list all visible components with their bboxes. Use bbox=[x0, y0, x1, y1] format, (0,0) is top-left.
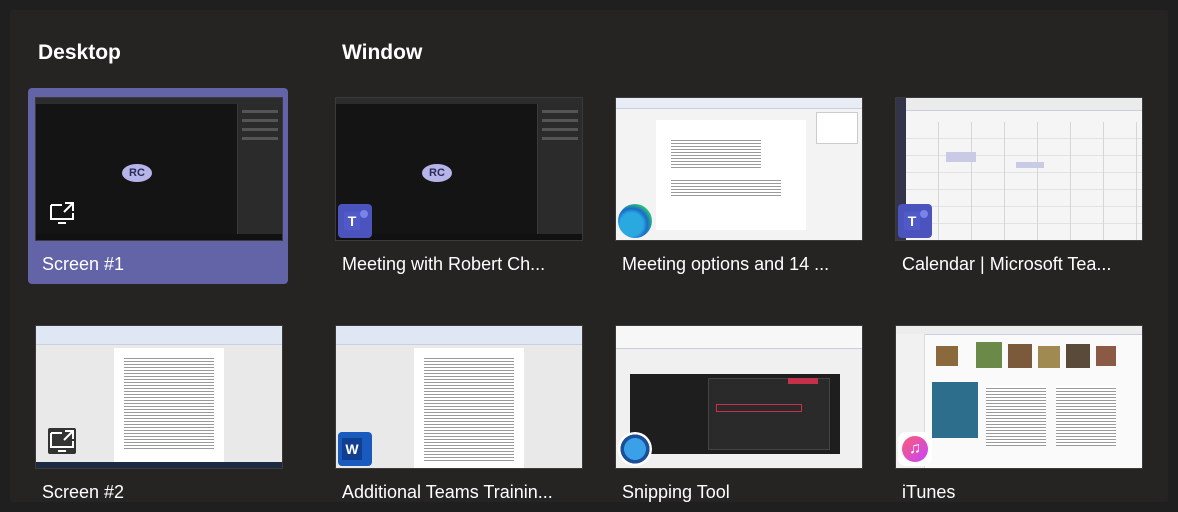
teams-icon: T bbox=[898, 204, 932, 238]
tile-snipping-tool-window[interactable]: Snipping Tool bbox=[608, 316, 868, 512]
share-screen-icon bbox=[48, 428, 76, 454]
tile-screen-2[interactable]: Screen #2 bbox=[28, 316, 288, 512]
tile-label: Snipping Tool bbox=[622, 482, 730, 502]
word-icon: W bbox=[338, 432, 372, 466]
tile-label: Screen #1 bbox=[42, 254, 125, 274]
meeting-thumbnail: RC T bbox=[335, 97, 583, 241]
teams-icon: T bbox=[338, 204, 372, 238]
screen-2-thumbnail bbox=[35, 325, 283, 469]
meeting-options-thumbnail bbox=[615, 97, 863, 241]
screen-1-thumbnail: RC bbox=[35, 97, 283, 241]
tile-calendar-window[interactable]: T Calendar | Microsoft Tea... bbox=[888, 88, 1148, 284]
tile-label: Meeting options and 14 ... bbox=[622, 254, 830, 274]
tile-meeting-options-window[interactable]: Meeting options and 14 ... bbox=[608, 88, 868, 284]
window-heading: Window bbox=[342, 41, 423, 64]
tile-additional-teams-training-window[interactable]: W Additional Teams Trainin... bbox=[328, 316, 588, 512]
tile-label: Meeting with Robert Ch... bbox=[342, 254, 546, 274]
share-screen-icon bbox=[50, 202, 74, 224]
tile-label: Calendar | Microsoft Tea... bbox=[902, 254, 1112, 274]
tile-label: iTunes bbox=[902, 482, 956, 502]
itunes-thumbnail: ♫ bbox=[895, 325, 1143, 469]
avatar: RC bbox=[422, 164, 452, 182]
snipping-tool-icon bbox=[618, 432, 652, 466]
tile-itunes-window[interactable]: ♫ iTunes bbox=[888, 316, 1148, 512]
tile-meeting-window[interactable]: RC T Meeting with Robert Ch... bbox=[328, 88, 588, 284]
desktop-heading: Desktop bbox=[38, 41, 121, 64]
itunes-icon: ♫ bbox=[898, 432, 932, 466]
tile-label: Additional Teams Trainin... bbox=[342, 482, 553, 502]
tile-label: Screen #2 bbox=[42, 482, 125, 502]
edge-icon bbox=[618, 204, 652, 238]
word-document-thumbnail: W bbox=[335, 325, 583, 469]
tile-screen-1[interactable]: RC Screen #1 bbox=[28, 88, 288, 284]
avatar: RC bbox=[122, 164, 152, 182]
share-content-panel: Desktop Window RC Screen #1 RC T Meeting… bbox=[10, 10, 1168, 502]
calendar-thumbnail: T bbox=[895, 97, 1143, 241]
snipping-tool-thumbnail bbox=[615, 325, 863, 469]
